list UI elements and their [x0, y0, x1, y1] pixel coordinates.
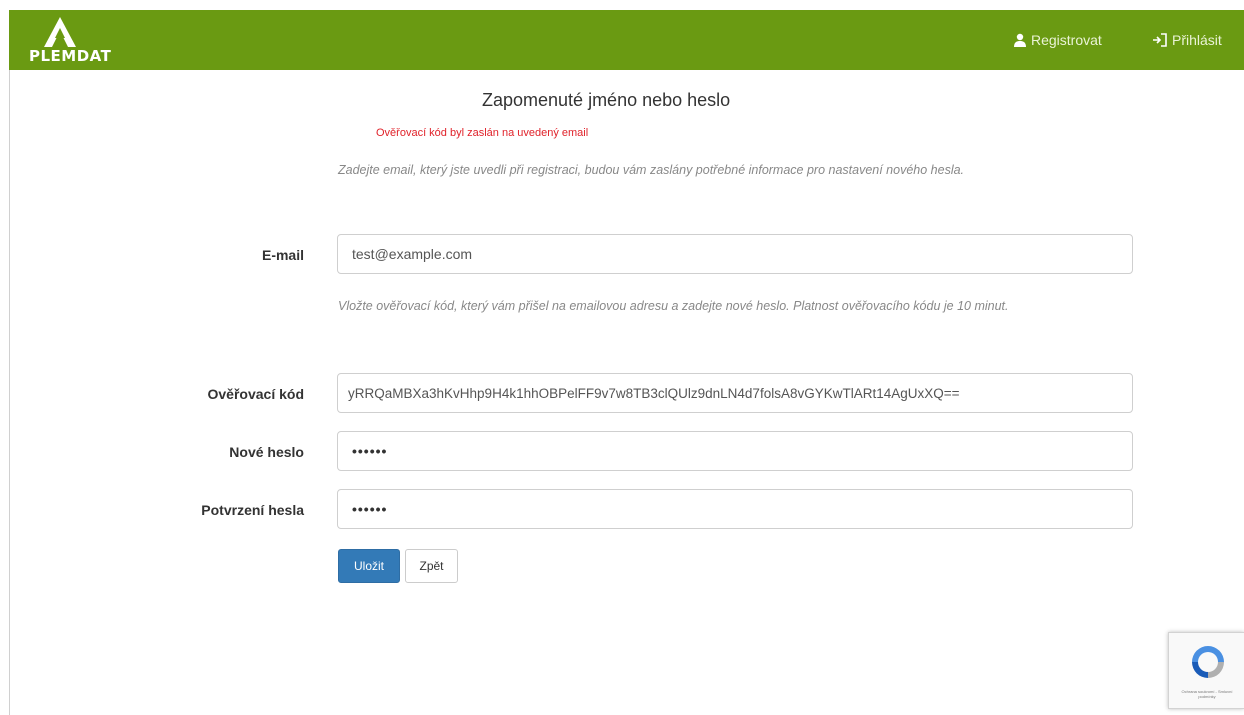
back-button[interactable]: Zpět — [405, 549, 458, 583]
page-title: Zapomenuté jméno nebo heslo — [482, 90, 731, 110]
user-icon — [1014, 33, 1026, 47]
code-help-text: Vložte ověřovací kód, který vám přišel n… — [338, 299, 1009, 313]
email-help-text: Zadejte email, který jste uvedli při reg… — [338, 163, 965, 177]
logo-text: PLEMDAT — [29, 47, 112, 65]
recaptcha-text: Ochrana soukromí - Smluvní podmínky — [1181, 689, 1233, 699]
register-label: Registrovat — [1031, 32, 1102, 48]
logo-mark-icon — [44, 17, 76, 47]
new-password-label: Nové heslo — [229, 444, 304, 460]
recaptcha-icon — [1192, 646, 1224, 678]
confirm-password-input[interactable]: •••••• — [337, 489, 1133, 529]
verification-code-label: Ověřovací kód — [207, 386, 305, 402]
register-link[interactable]: Registrovat — [1013, 32, 1102, 48]
save-button[interactable]: Uložit — [338, 549, 400, 583]
new-password-input[interactable]: •••••• — [337, 431, 1133, 471]
email-label: E-mail — [261, 247, 304, 263]
plemdat-logo[interactable]: PLEMDAT — [29, 16, 129, 66]
content-left-border — [9, 70, 10, 715]
confirm-password-label: Potvrzení hesla — [201, 502, 304, 518]
verification-code-input[interactable]: yRRQaMBXa3hKvHhp9H4k1hhOBPelFF9v7w8TB3cl… — [337, 373, 1133, 413]
email-input[interactable]: test@example.com — [337, 234, 1133, 274]
login-link[interactable]: Přihlásit — [1152, 32, 1222, 48]
top-navbar: PLEMDAT Registrovat Přihlásit — [9, 10, 1244, 70]
login-icon — [1153, 33, 1167, 47]
login-label: Přihlásit — [1172, 32, 1222, 48]
recaptcha-badge[interactable]: Ochrana soukromí - Smluvní podmínky — [1168, 632, 1244, 709]
alert-message: Ověřovací kód byl zaslán na uvedený emai… — [376, 127, 589, 139]
